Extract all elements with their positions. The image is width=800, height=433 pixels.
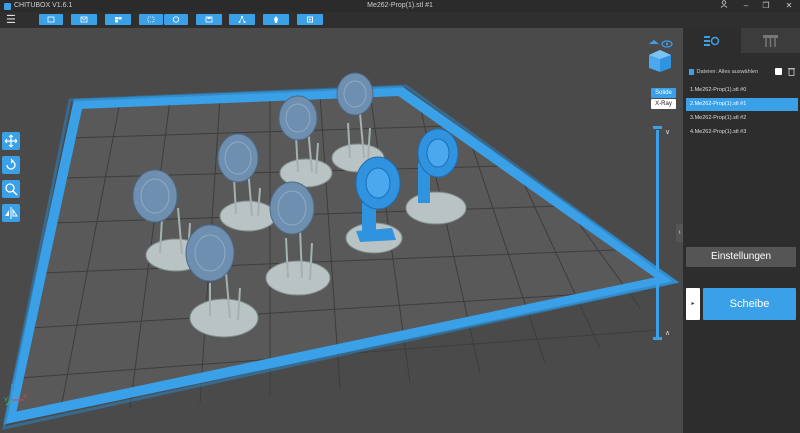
view-cube-icon[interactable] xyxy=(647,38,673,72)
list-item[interactable]: 3.Me262-Prop(1).stl #2 xyxy=(686,112,798,125)
collapse-panel-icon[interactable]: › xyxy=(676,224,683,242)
network-button[interactable] xyxy=(229,14,255,25)
file-list: 1.Me262-Prop(1).stl #0 2.Me262-Prop(1).s… xyxy=(686,84,798,140)
mail-button[interactable] xyxy=(71,14,97,25)
grid-icon xyxy=(115,17,122,23)
files-list-icon xyxy=(689,68,694,75)
settings-icon xyxy=(307,16,313,23)
list-item[interactable]: 4.Me262-Prop(1).stl #3 xyxy=(686,126,798,139)
view-mode-xray[interactable]: X-Ray xyxy=(651,99,676,109)
copy-icon xyxy=(172,16,180,23)
rotate-button[interactable] xyxy=(2,156,20,174)
copy-button[interactable] xyxy=(164,14,188,25)
grid-button[interactable] xyxy=(105,14,131,25)
support-button[interactable] xyxy=(263,14,289,25)
model-settings-icon xyxy=(704,36,720,46)
select-button[interactable] xyxy=(139,14,163,25)
settings-button[interactable]: Einstellungen xyxy=(686,247,796,267)
mirror-icon xyxy=(5,207,18,219)
tab-model-settings[interactable] xyxy=(683,28,741,53)
select-all-checkbox[interactable] xyxy=(775,68,782,75)
menu-icon[interactable]: ☰ xyxy=(6,14,16,26)
layer-slider[interactable] xyxy=(656,130,659,338)
user-icon[interactable] xyxy=(713,0,735,12)
support-icon xyxy=(763,35,778,47)
list-item[interactable]: 2.Me262-Prop(1).stl #1 xyxy=(686,98,798,111)
support-icon xyxy=(274,16,278,23)
select-all-label: Alles auswählen xyxy=(718,69,759,75)
slice-options-arrow-icon[interactable]: ▸ xyxy=(686,288,700,320)
axis-label-y: Y xyxy=(4,398,8,404)
chevron-down-icon[interactable]: ∨ xyxy=(665,128,670,136)
open-file-button[interactable] xyxy=(39,14,63,25)
select-icon xyxy=(147,16,155,23)
network-icon xyxy=(238,16,246,23)
chevron-up-icon[interactable]: ∧ xyxy=(665,329,670,337)
scale-button[interactable] xyxy=(2,180,20,198)
mirror-button[interactable] xyxy=(2,204,20,222)
build-plate-scene[interactable] xyxy=(0,28,683,433)
view-mode-solid[interactable]: Solide xyxy=(651,88,676,98)
layer-slider-bottom-handle[interactable] xyxy=(653,337,662,340)
mail-icon xyxy=(80,16,88,23)
rotate-icon xyxy=(6,158,16,170)
close-icon[interactable]: ✕ xyxy=(778,0,800,12)
window-title: Me262-Prop(1).stl #1 xyxy=(367,2,433,9)
layer-slider-top-handle[interactable] xyxy=(653,126,662,129)
move-icon xyxy=(4,134,18,148)
axis-gizmo: Z X Y xyxy=(4,382,27,406)
transform-toolbar xyxy=(2,132,20,228)
slice-button[interactable]: Scheibe xyxy=(703,288,796,320)
list-item[interactable]: 1.Me262-Prop(1).stl #0 xyxy=(686,84,798,97)
scale-icon xyxy=(5,183,18,196)
tab-supports[interactable] xyxy=(741,28,800,53)
files-header: Dateien: Alles auswählen xyxy=(689,66,797,78)
restore-icon[interactable]: ❐ xyxy=(755,0,777,12)
save-button[interactable] xyxy=(196,14,222,25)
trash-icon[interactable] xyxy=(788,67,795,81)
settings-button[interactable] xyxy=(297,14,323,25)
viewport-3d[interactable]: Solide X-Ray ∨ ∧ › Z X Y xyxy=(0,28,683,433)
toolbar: ☰ xyxy=(0,12,800,28)
move-button[interactable] xyxy=(2,132,20,150)
save-icon xyxy=(205,16,213,23)
axis-label-z: Z xyxy=(13,382,17,388)
minimize-icon[interactable]: – xyxy=(735,0,757,12)
open-file-icon xyxy=(47,16,55,23)
right-panel: Dateien: Alles auswählen 1.Me262-Prop(1)… xyxy=(683,28,800,433)
files-label: Dateien: xyxy=(696,69,718,75)
axis-label-x: X xyxy=(23,394,27,400)
title-bar: CHITUBOX V1.6.1 Me262-Prop(1).stl #1 – ❐… xyxy=(0,0,800,12)
